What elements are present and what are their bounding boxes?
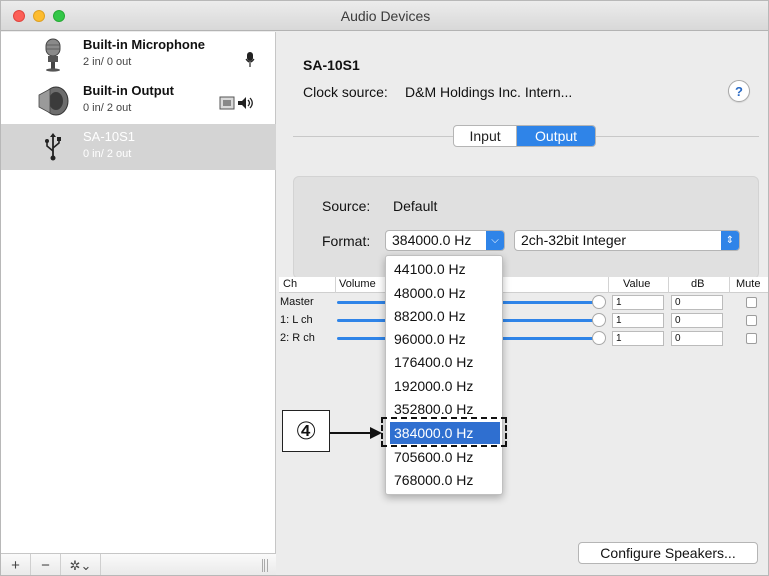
divider bbox=[293, 136, 453, 137]
volume-slider-knob[interactable] bbox=[592, 313, 606, 327]
device-settings-panel: SA-10S1 Clock source: D&M Holdings Inc. … bbox=[277, 32, 768, 575]
device-item-built-in-output[interactable]: Built-in Output 0 in/ 2 out bbox=[1, 78, 276, 124]
updown-chevron-icon: ⇕ bbox=[721, 231, 739, 250]
remove-device-button[interactable]: − bbox=[31, 554, 61, 575]
gear-menu-button[interactable]: ✲⌄ bbox=[61, 554, 101, 575]
volume-table: Ch Volume Value dB Mute Master 1 0 1: L … bbox=[279, 277, 768, 427]
source-value: Default bbox=[393, 198, 438, 214]
menu-item-88200[interactable]: 88200.0 Hz bbox=[390, 305, 500, 327]
callout-arrow-icon bbox=[330, 427, 382, 439]
device-name: SA-10S1 bbox=[83, 129, 136, 144]
column-separator bbox=[335, 277, 336, 293]
device-name: Built-in Microphone bbox=[83, 37, 206, 52]
sample-rate-value: 384000.0 Hz bbox=[392, 232, 472, 248]
menu-item-705600[interactable]: 705600.0 Hz bbox=[390, 446, 500, 468]
menu-item-44100[interactable]: 44100.0 Hz bbox=[390, 258, 500, 280]
table-row: 1: L ch 1 0 bbox=[279, 312, 768, 329]
db-field[interactable]: 0 bbox=[671, 313, 723, 328]
column-separator bbox=[608, 277, 609, 293]
menu-item-96000[interactable]: 96000.0 Hz bbox=[390, 328, 500, 350]
menu-item-176400[interactable]: 176400.0 Hz bbox=[390, 351, 500, 373]
device-io: 0 in/ 2 out bbox=[83, 148, 132, 160]
menu-item-48000[interactable]: 48000.0 Hz bbox=[390, 282, 500, 304]
sample-rate-select[interactable]: 384000.0 Hz ⌵ bbox=[385, 230, 505, 251]
value-field[interactable]: 1 bbox=[612, 313, 664, 328]
output-speaker-icon bbox=[237, 96, 255, 113]
tab-output[interactable]: Output bbox=[517, 126, 595, 146]
clock-source-value: D&M Holdings Inc. Intern... bbox=[405, 84, 573, 100]
table-header: Ch Volume Value dB Mute bbox=[279, 277, 768, 293]
bit-format-select[interactable]: 2ch-32bit Integer ⇕ bbox=[514, 230, 740, 251]
channel-label: 2: R ch bbox=[280, 332, 315, 344]
column-separator bbox=[668, 277, 669, 293]
device-name: Built-in Output bbox=[83, 83, 174, 98]
title-bar: Audio Devices bbox=[1, 1, 768, 31]
channel-label: 1: L ch bbox=[280, 314, 313, 326]
selection-highlight-outline bbox=[381, 417, 507, 447]
column-mute: Mute bbox=[736, 278, 761, 290]
input-output-segmented-control: Input Output bbox=[453, 125, 596, 147]
value-field[interactable]: 1 bbox=[612, 295, 664, 310]
device-item-sa-10s1[interactable]: SA-10S1 0 in/ 2 out bbox=[1, 124, 276, 170]
source-label: Source: bbox=[322, 198, 371, 214]
mute-checkbox[interactable] bbox=[746, 315, 757, 326]
channel-label: Master bbox=[280, 296, 314, 308]
menu-item-192000[interactable]: 192000.0 Hz bbox=[390, 375, 500, 397]
usb-device-icon bbox=[33, 129, 73, 165]
column-value: Value bbox=[623, 278, 651, 290]
configure-speakers-button[interactable]: Configure Speakers... bbox=[578, 542, 758, 564]
menu-item-768000[interactable]: 768000.0 Hz bbox=[390, 469, 500, 491]
value-field[interactable]: 1 bbox=[612, 331, 664, 346]
step-callout: ④ bbox=[282, 410, 330, 452]
speaker-device-icon bbox=[33, 83, 73, 119]
clock-source-label: Clock source: bbox=[303, 84, 388, 100]
device-item-built-in-microphone[interactable]: Built-in Microphone 2 in/ 0 out bbox=[1, 32, 276, 78]
table-row: 2: R ch 1 0 bbox=[279, 330, 768, 347]
volume-slider-knob[interactable] bbox=[592, 295, 606, 309]
window-title: Audio Devices bbox=[340, 8, 431, 24]
alert-sound-icon bbox=[219, 96, 235, 113]
volume-slider-knob[interactable] bbox=[592, 331, 606, 345]
column-ch: Ch bbox=[283, 278, 298, 290]
db-field[interactable]: 0 bbox=[671, 331, 723, 346]
chevron-down-icon: ⌵ bbox=[486, 231, 504, 250]
format-label: Format: bbox=[322, 233, 371, 249]
input-mic-icon bbox=[245, 52, 255, 71]
bit-format-value: 2ch-32bit Integer bbox=[521, 232, 627, 248]
device-io: 2 in/ 0 out bbox=[83, 56, 132, 68]
divider bbox=[596, 136, 759, 137]
audio-devices-window: Audio Devices Built-in Microphone 2 in/ … bbox=[0, 0, 769, 576]
sample-rate-menu: 44100.0 Hz 48000.0 Hz 88200.0 Hz 96000.0… bbox=[385, 255, 503, 495]
microphone-device-icon bbox=[33, 37, 73, 73]
column-db: dB bbox=[691, 278, 705, 290]
column-separator bbox=[729, 277, 730, 293]
mute-checkbox[interactable] bbox=[746, 297, 757, 308]
column-volume: Volume bbox=[339, 278, 376, 290]
tab-input[interactable]: Input bbox=[454, 126, 518, 146]
db-field[interactable]: 0 bbox=[671, 295, 723, 310]
add-device-button[interactable]: + bbox=[1, 554, 31, 575]
device-list: Built-in Microphone 2 in/ 0 out Built-in… bbox=[1, 32, 276, 575]
sidebar-toolbar: + − ✲⌄ bbox=[1, 553, 276, 575]
resize-grip-icon[interactable] bbox=[262, 559, 268, 572]
help-button[interactable]: ? bbox=[728, 80, 750, 102]
table-row: Master 1 0 bbox=[279, 294, 768, 311]
format-group-box bbox=[293, 176, 759, 279]
device-title: SA-10S1 bbox=[303, 57, 360, 73]
mute-checkbox[interactable] bbox=[746, 333, 757, 344]
device-io: 0 in/ 2 out bbox=[83, 102, 132, 114]
